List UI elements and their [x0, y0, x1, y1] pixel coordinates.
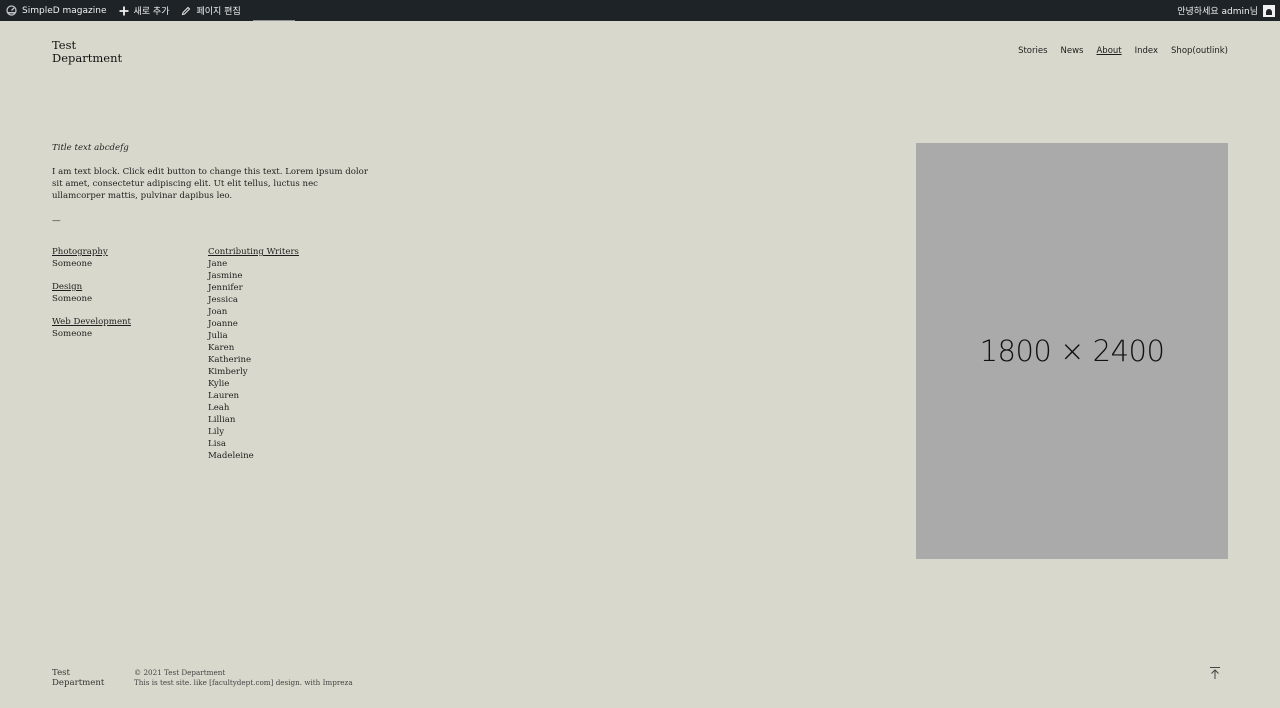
credits-column-writers: Contributing Writers Jane Jasmine Jennif… — [208, 246, 299, 462]
admin-new-label: 새로 추가 — [133, 7, 170, 17]
credit-group-design: Design Someone — [52, 281, 131, 305]
writer-name: Karen — [208, 343, 235, 353]
plus-icon — [119, 6, 128, 15]
footer-logo-line1: Test — [52, 668, 71, 678]
writer-name: Lisa — [208, 439, 226, 449]
footer-logo-line2: Department — [52, 678, 105, 688]
pencil-icon — [182, 6, 191, 15]
writer-name: Kimberly — [208, 367, 248, 377]
nav-item-news[interactable]: News — [1061, 46, 1084, 56]
admin-account-menu[interactable]: 안녕하세요 admin님 — [1177, 0, 1280, 21]
admin-site-name: SimpleD magazine — [22, 5, 107, 16]
credit-heading-webdev[interactable]: Web Development — [52, 316, 131, 328]
credit-value-photography: Someone — [52, 259, 93, 269]
writer-name: Joan — [208, 307, 228, 317]
writer-name: Jessica — [208, 295, 239, 305]
image-placeholder-text: 1800 × 2400 — [979, 334, 1165, 368]
nav-item-about[interactable]: About — [1096, 46, 1121, 56]
writer-name: Jennifer — [208, 283, 243, 293]
text-divider: — — [52, 216, 61, 226]
image-placeholder: 1800 × 2400 — [916, 143, 1228, 559]
writer-name: Leah — [208, 403, 230, 413]
writer-name: Julia — [208, 331, 228, 341]
footer-logo[interactable]: Test Department — [52, 668, 104, 688]
scroll-to-top-button[interactable] — [1208, 665, 1222, 679]
admin-edit-label: 페이지 편집 — [196, 7, 241, 17]
writer-name: Jasmine — [208, 271, 243, 281]
intro-text: I am text block. Click edit button to ch… — [52, 167, 368, 201]
admin-bar: SimpleD magazine 새로 추가 페이지 편집 안녕하세요 admi… — [0, 0, 1280, 21]
writer-name: Lily — [208, 427, 225, 437]
admin-site-link[interactable]: SimpleD magazine — [0, 0, 113, 21]
writer-name: Jane — [208, 259, 228, 269]
dashboard-icon — [6, 5, 17, 16]
admin-edit-page-button[interactable]: 페이지 편집 — [175, 0, 246, 21]
nav-item-stories[interactable]: Stories — [1018, 46, 1047, 56]
site-logo[interactable]: Test Department — [52, 39, 122, 65]
admin-greeting: 안녕하세요 admin님 — [1177, 7, 1258, 17]
credit-value-design: Someone — [52, 294, 93, 304]
avatar — [1263, 4, 1275, 17]
admin-search-field[interactable] — [252, 0, 295, 21]
writer-name: Lauren — [208, 391, 240, 401]
writer-name: Madeleine — [208, 451, 254, 461]
credit-group-webdev: Web Development Someone — [52, 316, 131, 340]
arrow-up-icon — [1210, 667, 1220, 679]
credit-heading-writers[interactable]: Contributing Writers — [208, 246, 299, 258]
credit-group-photography: Photography Someone — [52, 246, 131, 270]
credit-heading-photography[interactable]: Photography — [52, 246, 131, 258]
credits-column-roles: Photography Someone Design Someone Web D… — [52, 246, 131, 351]
footer-copyright: © 2021 Test Department — [134, 668, 226, 677]
admin-new-button[interactable]: 새로 추가 — [113, 0, 176, 21]
site-logo-line2: Department — [52, 51, 123, 65]
writer-name: Katherine — [208, 355, 252, 365]
credit-value-webdev: Someone — [52, 329, 93, 339]
footer-info: © 2021 Test Department This is test site… — [134, 668, 353, 688]
intro-title: Title text abcdefg — [52, 143, 129, 153]
nav-item-index[interactable]: Index — [1135, 46, 1158, 56]
writer-name: Joanne — [208, 319, 238, 329]
main-navigation: Stories News About Index Shop(outlink) — [1018, 46, 1228, 56]
credit-heading-design[interactable]: Design — [52, 281, 131, 293]
footer-note: This is test site. like [facultydept.com… — [134, 678, 353, 687]
nav-item-shop[interactable]: Shop(outlink) — [1171, 46, 1228, 56]
writer-name: Kylie — [208, 379, 230, 389]
writer-name: Lillian — [208, 415, 236, 425]
